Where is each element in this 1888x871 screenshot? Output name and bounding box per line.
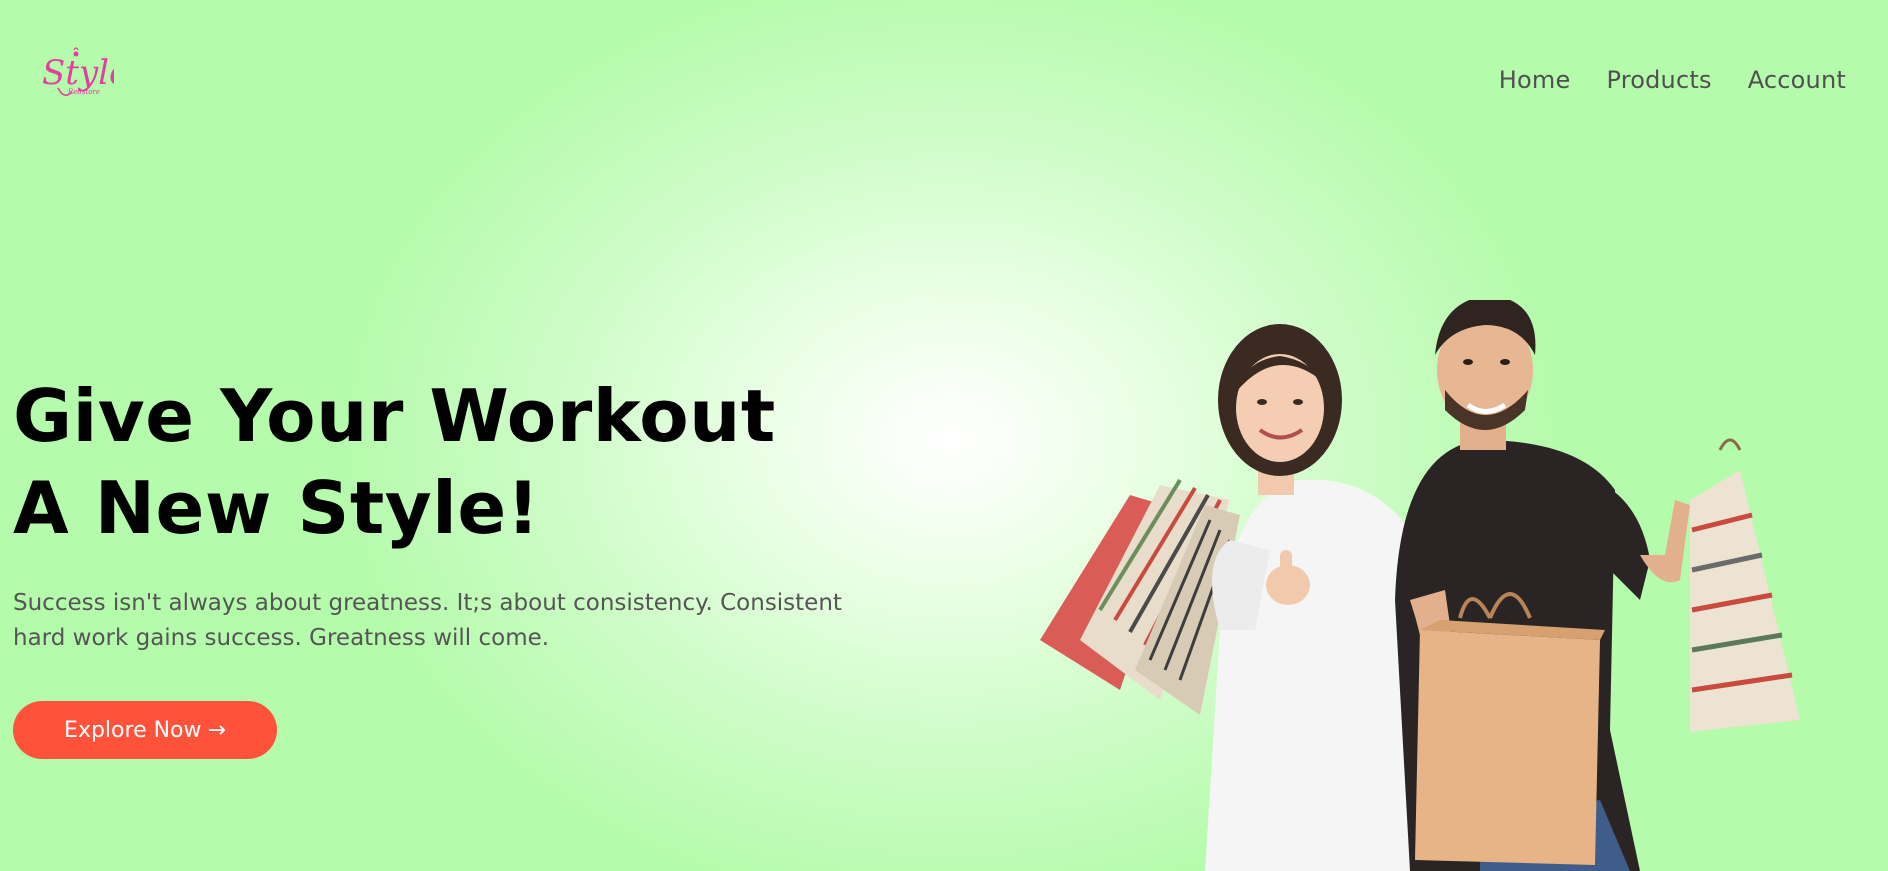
landing-page: Style Redstore Home Products Account Giv… <box>0 0 1888 871</box>
hero-image <box>1040 300 1820 871</box>
hero-title-line-1: Give Your Workout <box>13 374 776 458</box>
brand-logo[interactable]: Style Redstore <box>38 44 114 106</box>
hero-subtitle: Success isn't always about greatness. It… <box>13 590 842 651</box>
style-logo-icon: Style Redstore <box>42 47 114 96</box>
hero-title: Give Your Workout A New Style! <box>13 370 776 554</box>
explore-now-label: Explore Now <box>64 717 202 743</box>
hero-title-line-2: A New Style! <box>13 466 541 550</box>
striped-bag-icon <box>1690 438 1800 732</box>
explore-now-button[interactable]: Explore Now → <box>13 701 277 759</box>
nav-products[interactable]: Products <box>1606 66 1711 94</box>
svg-text:Style: Style <box>42 53 114 93</box>
shopping-bag-icon <box>1040 478 1240 715</box>
paper-bag-icon <box>1415 592 1605 865</box>
main-nav: Home Products Account <box>1499 66 1846 94</box>
nav-home[interactable]: Home <box>1499 66 1571 94</box>
nav-account[interactable]: Account <box>1748 66 1846 94</box>
arrow-right-icon: → <box>207 717 226 743</box>
shopping-couple-image <box>1040 300 1800 871</box>
